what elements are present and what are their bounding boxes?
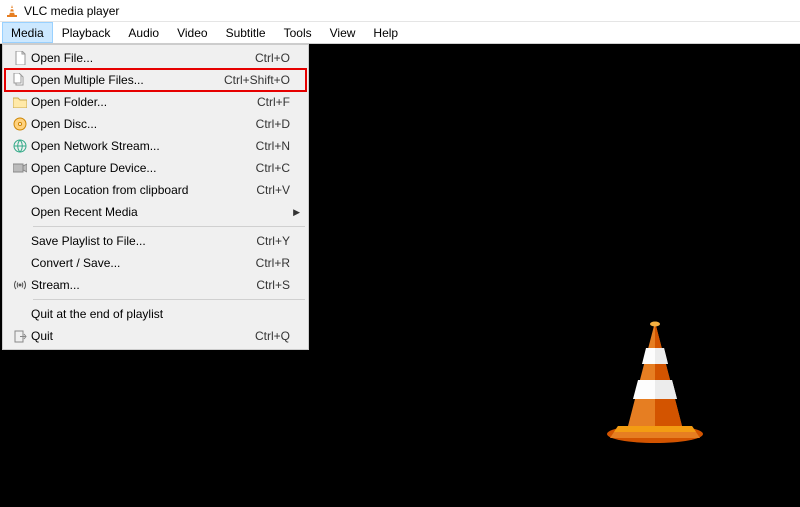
menu-item-label: Quit: [31, 329, 255, 343]
menu-item-open-location-from-clipboard[interactable]: Open Location from clipboardCtrl+V: [5, 179, 306, 201]
menu-item-quit[interactable]: QuitCtrl+Q: [5, 325, 306, 347]
menu-item-label: Open Recent Media: [31, 205, 290, 219]
vlc-cone-icon: [6, 4, 18, 18]
menu-item-shortcut: Ctrl+Shift+O: [224, 73, 290, 87]
menu-separator: [33, 226, 305, 227]
menu-item-open-recent-media[interactable]: Open Recent Media▶: [5, 201, 306, 223]
menu-tools[interactable]: Tools: [275, 22, 321, 43]
menu-media[interactable]: Media: [2, 22, 53, 43]
menu-subtitle[interactable]: Subtitle: [217, 22, 275, 43]
menu-item-label: Open Folder...: [31, 95, 257, 109]
menu-audio[interactable]: Audio: [119, 22, 168, 43]
menu-help[interactable]: Help: [364, 22, 407, 43]
capture-icon: [9, 162, 31, 174]
network-icon: [9, 139, 31, 153]
menu-video[interactable]: Video: [168, 22, 216, 43]
menu-item-shortcut: Ctrl+F: [257, 95, 290, 109]
media-dropdown: Open File...Ctrl+OOpen Multiple Files...…: [2, 44, 309, 350]
menu-item-shortcut: Ctrl+C: [256, 161, 290, 175]
menu-item-shortcut: Ctrl+Y: [256, 234, 290, 248]
menu-item-shortcut: Ctrl+Q: [255, 329, 290, 343]
disc-icon: [9, 117, 31, 131]
menu-view[interactable]: View: [321, 22, 365, 43]
menu-separator: [33, 299, 305, 300]
menu-item-quit-at-the-end-of-playlist[interactable]: Quit at the end of playlist: [5, 303, 306, 325]
menu-item-shortcut: Ctrl+R: [256, 256, 290, 270]
menu-item-open-capture-device[interactable]: Open Capture Device...Ctrl+C: [5, 157, 306, 179]
titlebar: VLC media player: [0, 0, 800, 22]
folder-icon: [9, 96, 31, 108]
menu-item-label: Open Multiple Files...: [31, 73, 224, 87]
menu-item-open-network-stream[interactable]: Open Network Stream...Ctrl+N: [5, 135, 306, 157]
quit-icon: [9, 330, 31, 343]
window-title: VLC media player: [24, 4, 119, 18]
submenu-arrow-icon: ▶: [290, 207, 300, 218]
menu-item-save-playlist-to-file[interactable]: Save Playlist to File...Ctrl+Y: [5, 230, 306, 252]
menu-item-label: Open Capture Device...: [31, 161, 256, 175]
menu-item-shortcut: Ctrl+D: [256, 117, 290, 131]
menu-item-stream[interactable]: Stream...Ctrl+S: [5, 274, 306, 296]
menu-item-shortcut: Ctrl+O: [255, 51, 290, 65]
menu-item-open-multiple-files[interactable]: Open Multiple Files...Ctrl+Shift+O: [5, 69, 306, 91]
menu-playback[interactable]: Playback: [53, 22, 120, 43]
menu-item-open-file[interactable]: Open File...Ctrl+O: [5, 47, 306, 69]
menu-item-shortcut: Ctrl+N: [256, 139, 290, 153]
menu-item-label: Open Network Stream...: [31, 139, 256, 153]
menu-item-label: Open Disc...: [31, 117, 256, 131]
menu-item-label: Stream...: [31, 278, 256, 292]
file-icon: [9, 51, 31, 65]
menu-item-shortcut: Ctrl+V: [256, 183, 290, 197]
menubar: Media Playback Audio Video Subtitle Tool…: [0, 22, 800, 44]
menu-item-convert-save[interactable]: Convert / Save...Ctrl+R: [5, 252, 306, 274]
menu-item-label: Open Location from clipboard: [31, 183, 256, 197]
files-icon: [9, 73, 31, 87]
menu-item-shortcut: Ctrl+S: [256, 278, 290, 292]
menu-item-label: Open File...: [31, 51, 255, 65]
menu-item-open-disc[interactable]: Open Disc...Ctrl+D: [5, 113, 306, 135]
stream-icon: [9, 279, 31, 291]
menu-item-label: Convert / Save...: [31, 256, 256, 270]
menu-item-open-folder[interactable]: Open Folder...Ctrl+F: [5, 91, 306, 113]
menu-item-label: Save Playlist to File...: [31, 234, 256, 248]
menu-item-label: Quit at the end of playlist: [31, 307, 290, 321]
vlc-cone-logo: [590, 314, 720, 444]
